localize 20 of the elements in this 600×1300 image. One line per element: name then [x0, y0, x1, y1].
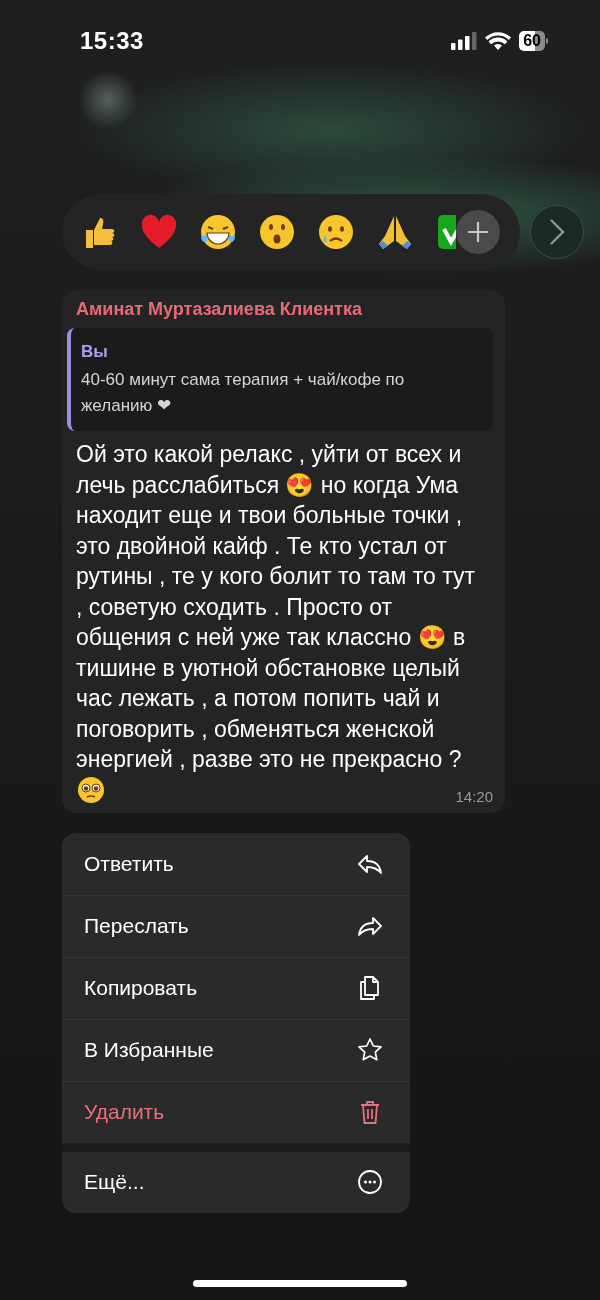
add-reaction-button[interactable]	[456, 210, 500, 254]
crying-face-icon[interactable]	[316, 212, 356, 252]
plus-icon	[467, 221, 489, 243]
more-reactions-button[interactable]	[530, 205, 584, 259]
signal-icon	[451, 32, 478, 50]
quote-text: 40-60 минут сама терапия + чай/кофе по желанию ❤	[81, 369, 406, 417]
reply-quote[interactable]: Вы 40-60 минут сама терапия + чай/кофе по желанию ❤	[67, 328, 493, 431]
sender-name: Аминат Муртазалиева Клиентка	[76, 298, 363, 320]
menu-item[interactable]: Ещё...	[62, 1142, 410, 1213]
wifi-icon	[485, 31, 512, 51]
message-text: Ой это какой релакс , уйти от всех и лечь расслабиться 😍 но когда Ума находит еще и твои больные точки , это двойной кайф . Те кто устал от рутины , те у кого болит то там то тут , советую сходить . Просто от общения с ней уже так классно 😍 в тишине в уютной обстановке целый час лежать , а потом попить чай и поговорить , обменяться женской энергией , разве это не прекрасно ?	[76, 440, 476, 774]
quote-author: Вы	[81, 341, 109, 363]
message-time: 14:20	[455, 787, 493, 805]
more-icon	[356, 1168, 384, 1196]
status-time: 15:33	[80, 27, 144, 55]
battery-indicator: 60	[519, 31, 545, 51]
laughing-face-icon[interactable]	[198, 212, 238, 252]
teary-face-icon	[76, 774, 106, 805]
surprised-face-icon[interactable]	[257, 212, 297, 252]
chevron-right-icon	[549, 218, 565, 246]
